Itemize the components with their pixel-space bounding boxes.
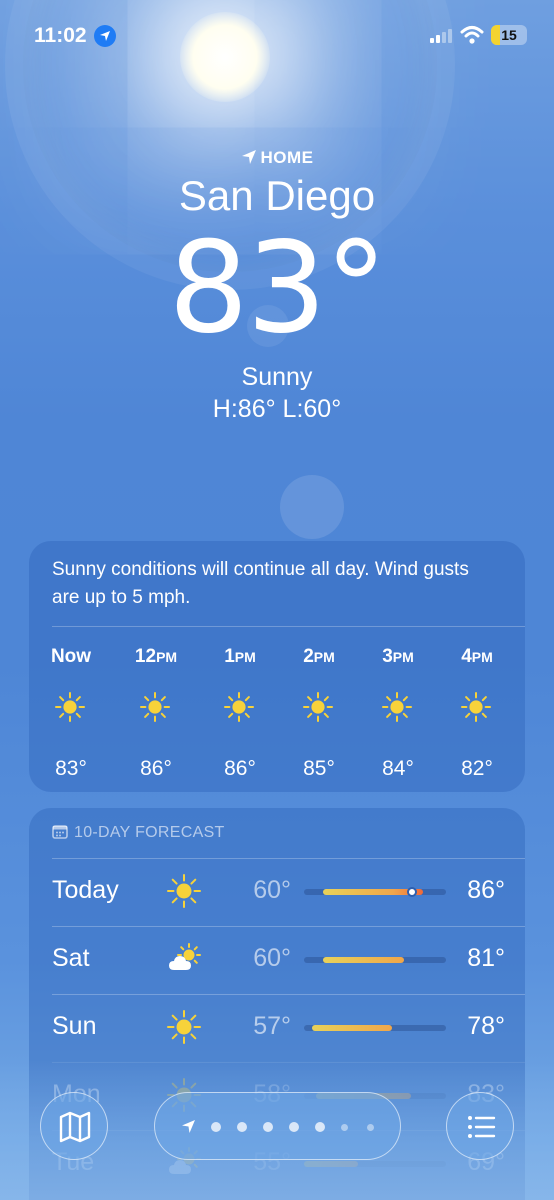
- divider: [52, 926, 525, 927]
- map-button[interactable]: [40, 1092, 108, 1160]
- page-dot: [289, 1122, 299, 1132]
- daily-row[interactable]: Sun 57° 78°: [29, 994, 525, 1062]
- status-bar: 11:02 15: [0, 22, 554, 50]
- hour-label: 12PM: [134, 646, 178, 667]
- cellular-signal-icon: [430, 29, 452, 43]
- low-temp: 57°: [253, 1012, 291, 1040]
- sun-icon: [303, 692, 333, 727]
- low-temp: 60°: [253, 876, 291, 904]
- wifi-icon: [460, 26, 484, 44]
- hour-temp: 83°: [55, 757, 87, 780]
- location-arrow-icon: [241, 150, 256, 164]
- divider: [52, 858, 525, 859]
- high-temp: 78°: [467, 1012, 505, 1040]
- hour-label: Now: [50, 646, 92, 667]
- calendar-icon: [52, 825, 68, 839]
- map-icon: [59, 1111, 91, 1143]
- temp-range-track: [304, 1025, 446, 1031]
- location-arrow-icon: [94, 25, 116, 47]
- high-temp: 86°: [467, 876, 505, 904]
- forecast-summary: Sunny conditions will continue all day. …: [52, 559, 469, 608]
- hour-label: 1PM: [224, 646, 256, 667]
- temp-range-bar: [311, 1025, 393, 1031]
- battery-level: 15: [501, 27, 517, 43]
- day-label: Sun: [52, 1012, 97, 1040]
- sun-icon: [167, 874, 201, 913]
- current-temp-marker: [406, 887, 417, 897]
- hour-label: 3PM: [382, 646, 414, 667]
- sun-icon: [167, 1010, 201, 1049]
- high-low: H:86° L:60°: [212, 395, 342, 423]
- divider: [52, 626, 525, 627]
- low-temp: 60°: [253, 944, 291, 972]
- location-arrow-icon: [182, 1120, 195, 1133]
- temp-range-track: [304, 957, 446, 963]
- page-dot: [211, 1122, 221, 1132]
- page-dot: [341, 1124, 348, 1131]
- ten-day-header: 10-DAY FORECAST: [52, 824, 225, 842]
- lens-flare: [280, 475, 344, 539]
- sun-icon: [382, 692, 412, 727]
- current-condition: Sunny: [241, 363, 313, 391]
- partly-cloudy-icon: [167, 942, 201, 981]
- city-name: San Diego: [178, 172, 376, 219]
- status-time: 11:02: [34, 24, 87, 47]
- sun-icon: [224, 692, 254, 727]
- page-dot: [237, 1122, 247, 1132]
- list-icon: [468, 1116, 496, 1138]
- hour-temp: 84°: [382, 757, 414, 780]
- high-temp: 81°: [467, 944, 505, 972]
- page-dot: [367, 1124, 374, 1131]
- page-dot: [263, 1122, 273, 1132]
- sun-icon: [140, 692, 170, 727]
- daily-row[interactable]: Sat 60° 81°: [29, 926, 525, 994]
- page-indicator[interactable]: [154, 1092, 401, 1160]
- hour-temp: 85°: [303, 757, 335, 780]
- sun-icon: [461, 692, 491, 727]
- hour-temp: 82°: [461, 757, 493, 780]
- temp-range-bar: [323, 957, 404, 963]
- location-label: HOME: [0, 148, 554, 168]
- day-label: Sat: [52, 944, 90, 972]
- hour-label: 4PM: [461, 646, 493, 667]
- daily-row[interactable]: Today 60° 86°: [29, 858, 525, 926]
- page-dot: [315, 1122, 325, 1132]
- divider: [52, 994, 525, 995]
- current-temperature: 83°: [168, 214, 387, 361]
- battery-icon: 15: [491, 25, 527, 45]
- locations-list-button[interactable]: [446, 1092, 514, 1160]
- hour-label: 2PM: [303, 646, 335, 667]
- day-label: Today: [52, 876, 119, 904]
- hourly-forecast-card[interactable]: Sunny conditions will continue all day. …: [29, 541, 525, 792]
- hour-temp: 86°: [140, 757, 172, 780]
- sun-icon: [55, 692, 85, 727]
- temp-range-track: [304, 887, 446, 897]
- hour-temp: 86°: [224, 757, 256, 780]
